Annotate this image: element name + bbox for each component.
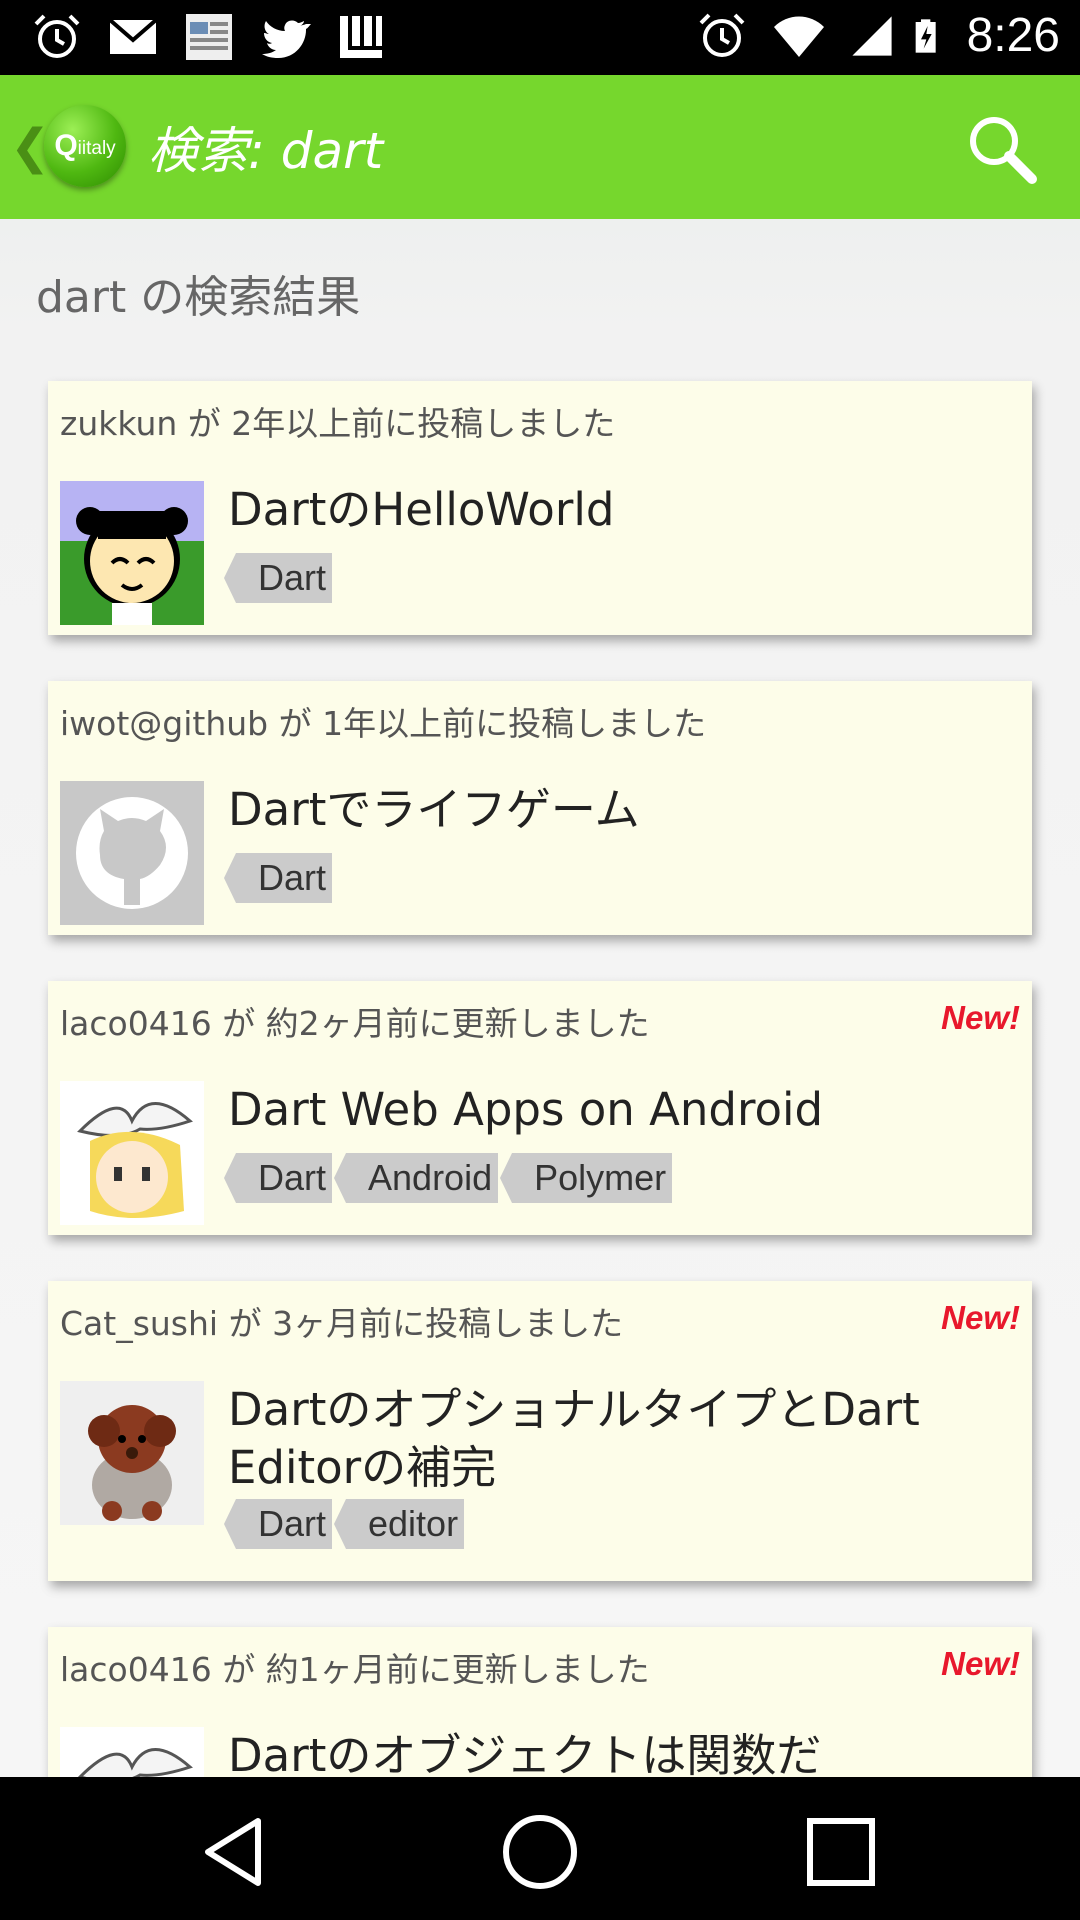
results-heading: dart の検索結果 xyxy=(36,272,361,323)
tag[interactable]: Dart xyxy=(223,853,333,903)
alarm-icon xyxy=(699,13,744,57)
list-item[interactable]: laco0416 が 約1ヶ月前に更新しました New! Dartのオブジェクト… xyxy=(48,1627,1032,1777)
post-meta: zukkun が 2年以上前に投稿しました xyxy=(60,404,616,443)
post-title[interactable]: DartのHelloWorld xyxy=(228,481,972,539)
post-meta: Cat_sushi が 3ヶ月前に投稿しました xyxy=(60,1304,624,1343)
battery-charging-icon xyxy=(915,18,936,53)
post-title[interactable]: Dartのオブジェクトは関数だ xyxy=(228,1727,972,1777)
alarm-icon xyxy=(34,14,80,58)
results-content[interactable]: dart の検索結果 zukkun が 2年以上前に投稿しました DartのHe… xyxy=(0,219,1080,1777)
user-avatar xyxy=(60,781,204,925)
status-bar: 8:26 xyxy=(0,0,1080,75)
home-icon[interactable] xyxy=(495,1807,585,1897)
tag-list: Dart editor xyxy=(223,1499,465,1549)
list-item[interactable]: laco0416 が 約2ヶ月前に更新しました New! Dart Web Ap… xyxy=(48,981,1032,1235)
post-meta: laco0416 が 約2ヶ月前に更新しました xyxy=(60,1004,650,1043)
system-nav-bar xyxy=(0,1777,1080,1920)
tag[interactable]: Dart xyxy=(223,553,333,603)
post-meta: laco0416 が 約1ヶ月前に更新しました xyxy=(60,1650,650,1689)
new-badge: New! xyxy=(941,1645,1020,1682)
tag-list: Dart Android Polymer xyxy=(223,1153,673,1203)
user-avatar xyxy=(60,1081,204,1225)
twitter-icon xyxy=(262,20,311,58)
post-title[interactable]: DartのオプショナルタイプとDart Editorの補完 xyxy=(228,1381,972,1497)
launcher-icon xyxy=(340,16,382,58)
tag[interactable]: Dart xyxy=(223,1153,333,1203)
user-avatar xyxy=(60,1727,204,1777)
user-avatar xyxy=(60,481,204,625)
user-avatar xyxy=(60,1381,204,1525)
tag[interactable]: Polymer xyxy=(500,1153,673,1203)
wifi-icon xyxy=(773,16,824,57)
new-badge: New! xyxy=(941,999,1020,1036)
app-logo[interactable]: Qiitaly xyxy=(44,105,126,187)
status-time: 8:26 xyxy=(966,9,1060,62)
page-title: 検索: dart xyxy=(148,122,384,180)
app-bar: ❮ Qiitaly 検索: dart xyxy=(0,75,1080,219)
search-icon[interactable] xyxy=(964,111,1040,187)
list-item[interactable]: zukkun が 2年以上前に投稿しました DartのHelloWorld Da… xyxy=(48,381,1032,635)
smartnews-icon xyxy=(186,14,232,60)
signal-icon xyxy=(851,15,892,56)
post-title[interactable]: Dart Web Apps on Android xyxy=(228,1081,972,1139)
tag-list: Dart xyxy=(223,553,333,603)
gmail-icon xyxy=(108,18,158,54)
recents-icon[interactable] xyxy=(796,1807,886,1897)
tag[interactable]: Dart xyxy=(223,1499,333,1549)
post-title[interactable]: Dartでライフゲーム xyxy=(228,781,972,839)
list-item[interactable]: iwot@github が 1年以上前に投稿しました Dartでライフゲーム D… xyxy=(48,681,1032,935)
tag[interactable]: Android xyxy=(334,1153,499,1203)
new-badge: New! xyxy=(941,1299,1020,1336)
back-icon[interactable] xyxy=(192,1807,282,1897)
post-meta: iwot@github が 1年以上前に投稿しました xyxy=(60,704,707,743)
results-list[interactable]: zukkun が 2年以上前に投稿しました DartのHelloWorld Da… xyxy=(48,381,1032,1777)
list-item[interactable]: Cat_sushi が 3ヶ月前に投稿しました New! Dartのオプショナル… xyxy=(48,1281,1032,1581)
tag-list: Dart xyxy=(223,853,333,903)
tag[interactable]: editor xyxy=(334,1499,465,1549)
